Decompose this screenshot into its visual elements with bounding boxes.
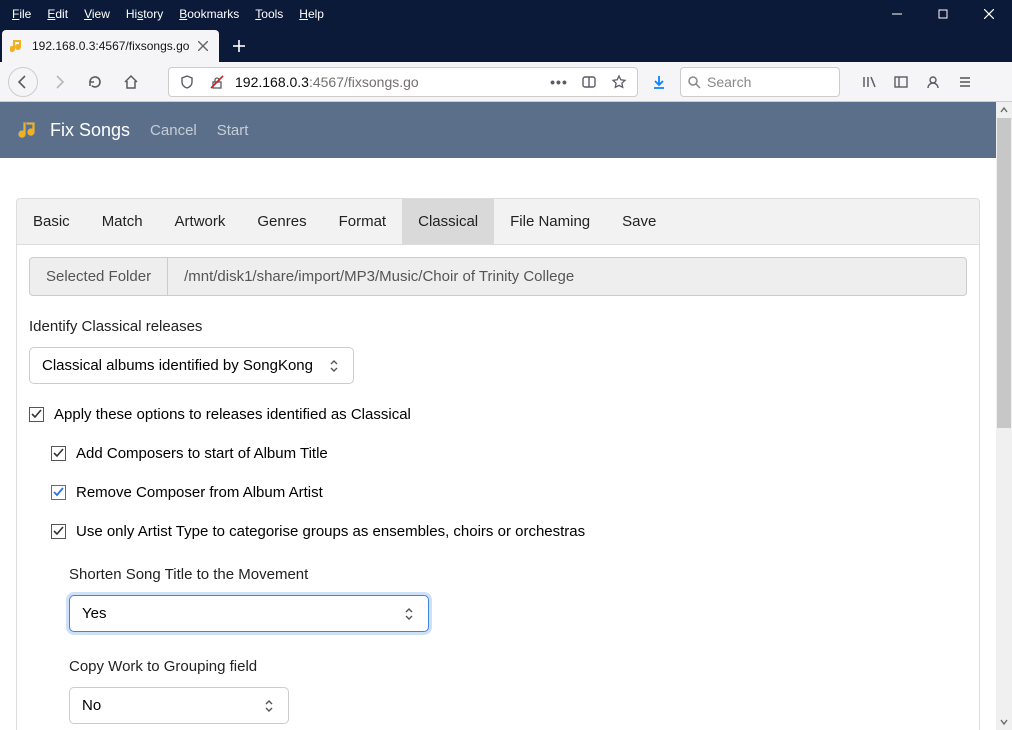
tab-basic[interactable]: Basic	[17, 199, 86, 244]
browser-tab-title: 192.168.0.3:4567/fixsongs.go	[32, 39, 189, 53]
selected-folder-label: Selected Folder	[30, 258, 168, 295]
selected-folder-row: Selected Folder /mnt/disk1/share/import/…	[29, 257, 967, 296]
window-controls	[874, 0, 1012, 28]
apply-classical-checkbox[interactable]	[29, 407, 44, 422]
tab-match[interactable]: Match	[86, 199, 159, 244]
nav-reload-button[interactable]	[80, 67, 110, 97]
copywork-select[interactable]: No	[69, 687, 289, 724]
window-minimize-button[interactable]	[874, 0, 920, 28]
tab-save[interactable]: Save	[606, 199, 672, 244]
tab-favicon-icon	[10, 38, 26, 54]
selected-folder-path: /mnt/disk1/share/import/MP3/Music/Choir …	[168, 258, 966, 295]
menu-tools[interactable]: Tools	[247, 3, 291, 25]
artist-type-checkbox[interactable]	[51, 524, 66, 539]
page-viewport: Fix Songs Cancel Start Basic Match Artwo…	[0, 102, 1012, 730]
apply-classical-checkbox-row[interactable]: Apply these options to releases identifi…	[29, 406, 967, 423]
artist-type-label: Use only Artist Type to categorise group…	[76, 523, 585, 540]
url-text: 192.168.0.3:4567/fixsongs.go	[235, 74, 541, 90]
tab-content-classical: Selected Folder /mnt/disk1/share/import/…	[16, 245, 980, 730]
tab-genres[interactable]: Genres	[241, 199, 322, 244]
nav-forward-button[interactable]	[44, 67, 74, 97]
search-placeholder: Search	[707, 74, 751, 90]
remove-composer-label: Remove Composer from Album Artist	[76, 484, 323, 501]
nav-home-button[interactable]	[116, 67, 146, 97]
identify-select[interactable]: Classical albums identified by SongKong	[29, 347, 354, 384]
tracking-icon[interactable]	[577, 70, 601, 94]
copywork-label: Copy Work to Grouping field	[69, 658, 967, 675]
scroll-up-arrow-icon[interactable]	[996, 102, 1012, 118]
browser-tab[interactable]: 192.168.0.3:4567/fixsongs.go	[2, 30, 219, 62]
artist-type-checkbox-row[interactable]: Use only Artist Type to categorise group…	[51, 523, 967, 540]
lock-disabled-icon	[205, 70, 229, 94]
bookmark-star-icon[interactable]	[607, 70, 631, 94]
nav-back-button[interactable]	[8, 67, 38, 97]
tab-classical[interactable]: Classical	[402, 199, 494, 244]
window-maximize-button[interactable]	[920, 0, 966, 28]
tab-close-button[interactable]	[195, 38, 211, 54]
music-note-icon	[18, 118, 42, 142]
tab-artwork[interactable]: Artwork	[159, 199, 242, 244]
tab-format[interactable]: Format	[323, 199, 403, 244]
scroll-down-arrow-icon[interactable]	[996, 714, 1012, 730]
chevron-updown-icon	[329, 360, 341, 372]
window-close-button[interactable]	[966, 0, 1012, 28]
app-header: Fix Songs Cancel Start	[0, 102, 996, 158]
downloads-button[interactable]	[644, 67, 674, 97]
add-composer-checkbox[interactable]	[51, 446, 66, 461]
search-bar[interactable]: Search	[680, 67, 840, 97]
app-title: Fix Songs	[50, 120, 130, 141]
shorten-title-label: Shorten Song Title to the Movement	[69, 566, 967, 583]
remove-composer-checkbox-row[interactable]: Remove Composer from Album Artist	[51, 484, 967, 501]
shield-icon	[175, 70, 199, 94]
menu-bookmarks[interactable]: Bookmarks	[171, 3, 247, 25]
vertical-scrollbar[interactable]	[996, 102, 1012, 730]
menu-help[interactable]: Help	[291, 3, 332, 25]
identify-select-value: Classical albums identified by SongKong	[42, 357, 313, 374]
remove-composer-checkbox[interactable]	[51, 485, 66, 500]
copywork-value: No	[82, 697, 101, 714]
shorten-title-value: Yes	[82, 605, 106, 622]
menu-edit[interactable]: Edit	[39, 3, 76, 25]
menu-file[interactable]: File	[4, 3, 39, 25]
more-icon[interactable]: •••	[547, 70, 571, 94]
add-composer-checkbox-row[interactable]: Add Composers to start of Album Title	[51, 445, 967, 462]
chevron-updown-icon	[404, 608, 416, 620]
toolbar-right-icons	[854, 67, 980, 97]
start-link[interactable]: Start	[217, 122, 249, 139]
add-composer-label: Add Composers to start of Album Title	[76, 445, 328, 462]
identify-label: Identify Classical releases	[29, 318, 967, 335]
app-brand: Fix Songs	[18, 118, 130, 142]
library-icon[interactable]	[854, 67, 884, 97]
shorten-title-select[interactable]: Yes	[69, 595, 429, 632]
settings-tabs: Basic Match Artwork Genres Format Classi…	[16, 198, 980, 245]
menu-history[interactable]: History	[118, 3, 171, 25]
url-bar[interactable]: 192.168.0.3:4567/fixsongs.go •••	[168, 67, 638, 97]
scrollbar-thumb[interactable]	[997, 118, 1011, 428]
menu-view[interactable]: View	[76, 3, 118, 25]
search-icon	[687, 75, 701, 89]
browser-tabstrip: 192.168.0.3:4567/fixsongs.go	[0, 28, 1012, 62]
browser-menubar: File Edit View History Bookmarks Tools H…	[0, 0, 1012, 28]
cancel-link[interactable]: Cancel	[150, 122, 197, 139]
apply-classical-label: Apply these options to releases identifi…	[54, 406, 411, 423]
new-tab-button[interactable]	[223, 30, 255, 62]
sidebar-icon[interactable]	[886, 67, 916, 97]
tab-file-naming[interactable]: File Naming	[494, 199, 606, 244]
browser-toolbar: 192.168.0.3:4567/fixsongs.go ••• Search	[0, 62, 1012, 102]
app-menu-button[interactable]	[950, 67, 980, 97]
account-icon[interactable]	[918, 67, 948, 97]
chevron-updown-icon	[264, 700, 276, 712]
